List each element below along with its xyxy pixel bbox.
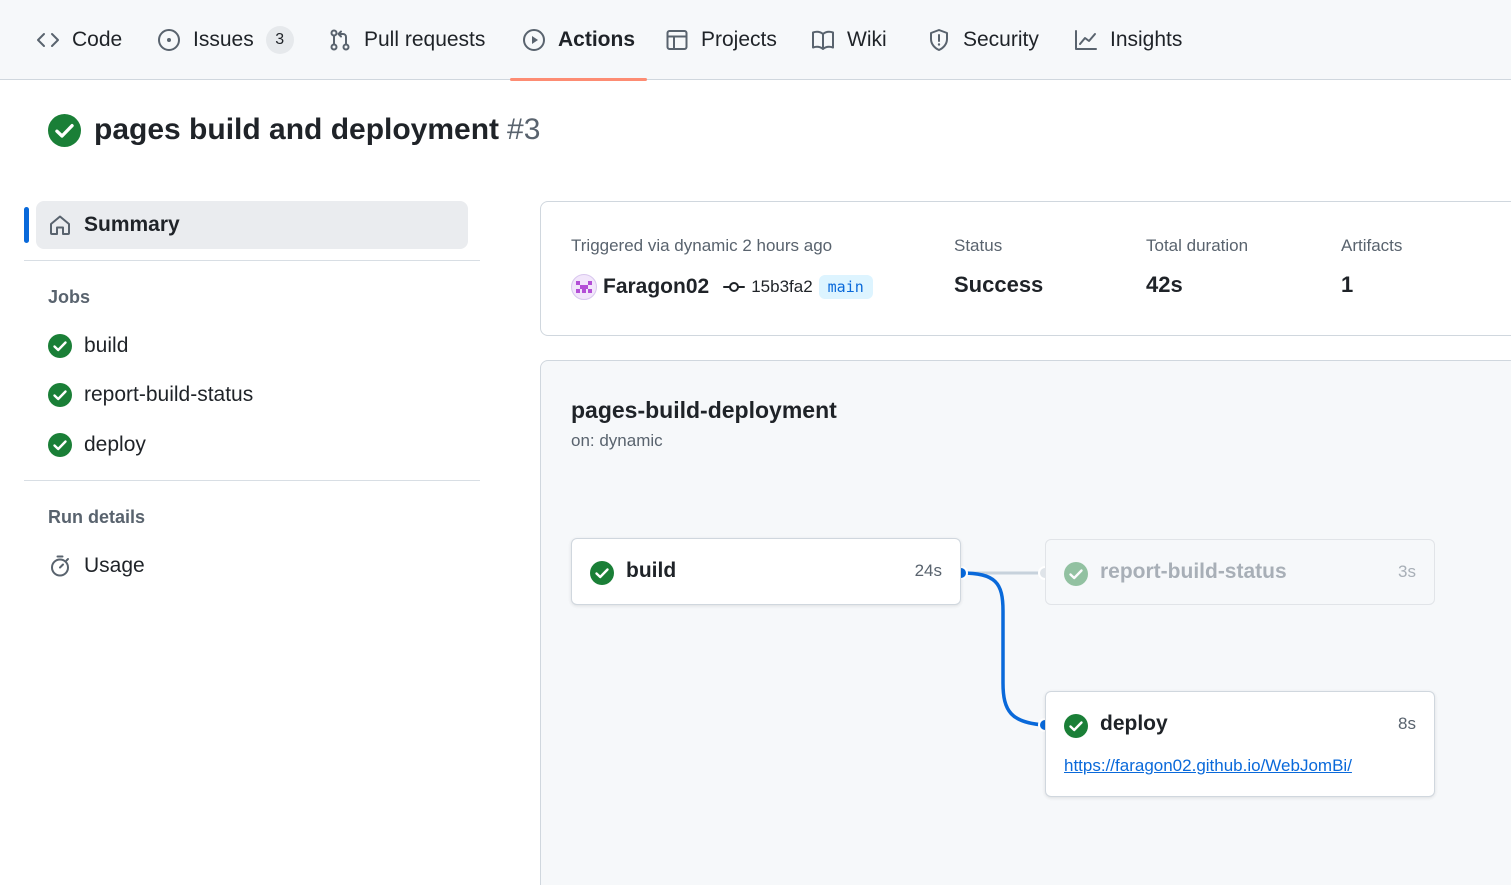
identicon-icon [576,281,592,293]
status-value: Success [954,272,1044,297]
tab-pull-requests-label: Pull requests [364,28,486,51]
avatar[interactable] [571,274,597,300]
job-node-duration: 3s [1398,562,1416,581]
sidebar-jobs-heading: Jobs [48,287,91,307]
run-title-row: pages build and deployment #3 [48,113,540,147]
tab-issues-label: Issues [193,28,254,51]
run-summary-card: Triggered via dynamic 2 hours ago Farago… [540,201,1511,336]
commit-sha-link[interactable]: 15b3fa2 [751,277,812,297]
edge-build-to-deploy [959,571,1047,727]
tab-issues[interactable]: Issues 3 [157,0,294,80]
check-circle-fill-icon [48,383,72,407]
sidebar-job-label: report-build-status [84,383,254,406]
home-icon [50,215,70,235]
sidebar-item-summary[interactable]: Summary [36,201,468,249]
tab-wiki[interactable]: Wiki [811,0,887,80]
tab-security[interactable]: Security [927,0,1039,80]
sidebar-item-usage-label: Usage [84,554,145,577]
tab-projects-label: Projects [701,28,777,51]
check-circle-fill-icon [1064,714,1088,738]
play-icon [523,29,545,51]
code-icon [37,33,59,47]
sidebar-job-label: deploy [84,433,146,456]
artifacts-label: Artifacts [1341,236,1403,255]
sidebar-item-summary-label: Summary [84,213,180,236]
tab-projects[interactable]: Projects [665,0,777,80]
tab-pull-requests[interactable]: Pull requests [328,0,485,80]
sidebar-active-indicator [24,207,29,243]
branch-label[interactable]: main [818,275,873,299]
job-node-build[interactable]: build 24s [571,538,961,605]
duration-label: Total duration [1146,236,1249,255]
sidebar-item-usage[interactable]: Usage [48,551,145,581]
actor-name[interactable]: Faragon02 [603,275,709,299]
tab-insights[interactable]: Insights [1074,0,1182,80]
duration-value: 42s [1146,272,1183,297]
check-circle-fill-icon [590,561,614,585]
job-node-duration: 24s [914,561,942,580]
triggered-text: Triggered via dynamic 2 hours ago [571,236,833,255]
graph-icon [1075,30,1097,50]
book-icon [812,30,834,50]
sidebar-job-deploy[interactable]: deploy [48,430,146,460]
sidebar-run-details-heading: Run details [48,507,146,527]
issue-opened-icon [158,29,180,51]
job-node-name: report-build-status [1100,560,1287,583]
check-circle-fill-icon [48,433,72,457]
job-dependency-lines [954,566,1052,732]
job-node-name: build [626,559,677,582]
sidebar-job-build[interactable]: build [48,331,128,361]
sidebar-job-report-build-status[interactable]: report-build-status [48,380,253,410]
check-circle-fill-icon [1064,562,1088,586]
tab-code-label: Code [72,28,123,51]
sidebar-divider [24,480,480,481]
check-circle-fill-icon [48,334,72,358]
sidebar-divider [24,260,480,261]
workflow-graph: pages-build-deployment on: dynamic build… [540,360,1511,885]
stopwatch-icon [51,555,69,577]
run-number: #3 [507,113,541,146]
deployment-url-link[interactable]: https://faragon02.github.io/WebJomBi/ [1064,756,1352,776]
page-title: pages build and deployment [94,113,500,146]
tab-insights-label: Insights [1110,28,1183,51]
tab-security-label: Security [963,28,1039,51]
tab-actions[interactable]: Actions [509,0,648,81]
job-node-deploy[interactable]: deploy 8s https://faragon02.github.io/We… [1045,691,1435,797]
issues-counter: 3 [265,26,294,54]
repo-nav: Code Issues 3 Pull requests Actions Proj… [0,0,1511,81]
job-node-name: deploy [1100,712,1168,735]
tab-wiki-label: Wiki [847,28,887,51]
job-node-report-build-status[interactable]: report-build-status 3s [1045,539,1435,605]
git-pull-request-icon [330,29,350,51]
tab-code[interactable]: Code [36,0,122,80]
tab-actions-label: Actions [558,28,636,51]
check-circle-fill-icon [48,113,81,147]
table-icon [666,30,688,50]
shield-icon [930,29,948,51]
artifacts-value[interactable]: 1 [1341,272,1353,298]
actor-row: Faragon02 15b3fa2 main [571,272,873,302]
git-commit-icon [723,282,746,292]
sidebar-job-label: build [84,334,129,357]
status-label: Status [954,236,1003,255]
job-node-duration: 8s [1398,714,1416,733]
